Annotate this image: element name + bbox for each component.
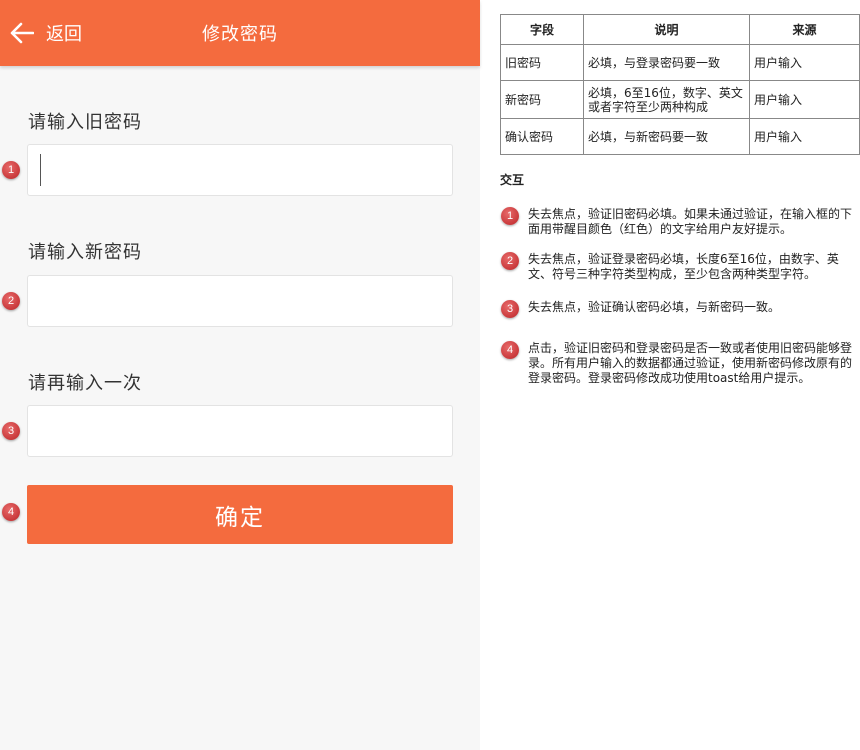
table-header-field: 字段 [500, 14, 584, 45]
phone-screen: 返回 修改密码 请输入旧密码 1 请输入新密码 2 请再输入一次 3 4 确定 [0, 0, 480, 750]
table-row: 确认密码 必填，与新密码要一致 用户输入 [500, 118, 860, 155]
table-cell-desc: 必填，6至16位，数字、英文或者字符至少两种构成 [583, 80, 750, 119]
table-cell-field: 旧密码 [500, 44, 584, 81]
table-header-row: 字段 说明 来源 [500, 14, 860, 45]
top-bar: 返回 修改密码 [0, 0, 480, 66]
table-cell-field: 新密码 [500, 80, 584, 119]
field-spec-table: 字段 说明 来源 旧密码 必填，与登录密码要一致 用户输入 新密码 必填，6至1… [500, 14, 860, 155]
page-title: 修改密码 [202, 24, 278, 45]
interaction-note-4: 点击，验证旧密码和登录密码是否一致或者使用旧密码能够登录。所有用户输入的数据都通… [528, 341, 853, 385]
table-cell-source: 用户输入 [749, 44, 860, 81]
interaction-note-3: 失去焦点，验证确认密码必填，与新密码一致。 [528, 300, 781, 314]
note-badge-3: 3 [501, 300, 519, 318]
note-badge-1: 1 [501, 207, 519, 225]
table-header-source: 来源 [749, 14, 860, 45]
annotation-badge-4: 4 [2, 503, 20, 521]
confirm-button[interactable]: 确定 [27, 485, 453, 544]
annotation-badge-3: 3 [2, 422, 20, 440]
table-cell-field: 确认密码 [500, 118, 584, 155]
old-password-input[interactable] [27, 144, 453, 196]
new-password-label: 请输入新密码 [28, 242, 142, 263]
annotation-badge-1: 1 [2, 161, 20, 179]
note-badge-2: 2 [501, 252, 519, 270]
confirm-password-label: 请再输入一次 [28, 373, 142, 394]
new-password-input[interactable] [27, 275, 453, 327]
interaction-title: 交互 [500, 173, 525, 187]
interaction-note-1: 失去焦点，验证旧密码必填。如果未通过验证，在输入框的下面用带醒目颜色（红色）的文… [528, 207, 853, 236]
table-cell-source: 用户输入 [749, 118, 860, 155]
table-cell-source: 用户输入 [749, 80, 860, 119]
table-cell-desc: 必填，与登录密码要一致 [583, 44, 750, 81]
old-password-label: 请输入旧密码 [28, 112, 142, 133]
annotation-badge-2: 2 [2, 292, 20, 310]
confirm-password-input[interactable] [27, 405, 453, 457]
table-header-desc: 说明 [583, 14, 750, 45]
note-badge-4: 4 [501, 341, 519, 359]
interaction-note-2: 失去焦点，验证登录密码必填，长度6至16位，由数字、英文、符号三种字符类型构成，… [528, 252, 839, 281]
table-row: 旧密码 必填，与登录密码要一致 用户输入 [500, 44, 860, 81]
text-caret [40, 154, 41, 186]
table-cell-desc: 必填，与新密码要一致 [583, 118, 750, 155]
table-row: 新密码 必填，6至16位，数字、英文或者字符至少两种构成 用户输入 [500, 80, 860, 119]
